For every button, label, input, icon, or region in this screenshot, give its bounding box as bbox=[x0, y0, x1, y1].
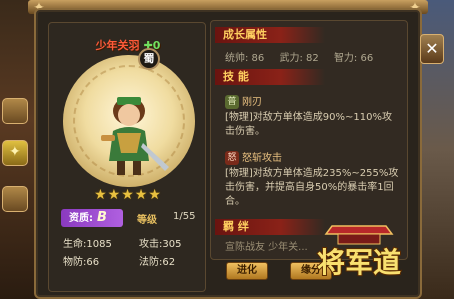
skill-rage-icon: 怒 bbox=[225, 151, 239, 165]
skill-1-name: 刚刃 bbox=[242, 97, 262, 108]
side-menu-button-2[interactable]: ✦ bbox=[2, 140, 28, 166]
skill-normal-icon: 普 bbox=[225, 95, 239, 109]
growth-command: 统帅: 86 bbox=[225, 53, 265, 64]
star-rating: ★★★★★ bbox=[94, 187, 162, 203]
level-label: 等级 bbox=[137, 215, 157, 226]
stat-phys-def: 物防:66 bbox=[63, 257, 100, 268]
level-value: 1/55 bbox=[173, 211, 196, 222]
hero-name-row: 少年关羽 ✚0 bbox=[49, 37, 207, 53]
game-logo: 将军道 bbox=[316, 225, 402, 280]
section-growth-title: 成长属性 bbox=[215, 27, 325, 43]
skill-1-description: [物理]对敌方单体造成90%~110%攻击伤害。 bbox=[225, 112, 392, 137]
hero-portrait bbox=[101, 97, 169, 175]
growth-row: 统帅: 86 武力: 82 智力: 66 bbox=[225, 49, 385, 64]
skill-1-header: 普刚刃 bbox=[225, 93, 262, 109]
evolve-button[interactable]: 进化 bbox=[226, 262, 268, 280]
stat-hp: 生命:1085 bbox=[63, 239, 112, 250]
faction-badge: 蜀 bbox=[138, 48, 160, 70]
growth-intellect: 智力: 66 bbox=[333, 53, 374, 64]
svg-text:将军道: 将军道 bbox=[317, 246, 401, 279]
quality-label: 资质: bbox=[69, 213, 93, 224]
hero-name: 少年关羽 bbox=[95, 39, 140, 52]
skill-2-description: [物理]对敌方单体造成235%~255%攻击伤害，并提高自身50%的暴击率1回合… bbox=[225, 168, 399, 207]
bulb-icon: ✦ bbox=[9, 144, 21, 160]
growth-force: 武力: 82 bbox=[279, 53, 319, 64]
stat-magic-def: 法防:62 bbox=[139, 257, 176, 268]
stat-attack: 攻击:305 bbox=[139, 239, 182, 250]
quality-badge: 资质: B bbox=[61, 209, 123, 227]
section-skills-title: 技 能 bbox=[215, 69, 325, 85]
quality-grade: B bbox=[97, 210, 107, 225]
side-menu-button-3[interactable] bbox=[2, 186, 28, 212]
side-menu-button-1[interactable] bbox=[2, 98, 28, 124]
close-button[interactable]: ✕ bbox=[420, 34, 444, 64]
skill-2-header: 怒怒斩攻击 bbox=[225, 149, 282, 165]
hero-card-panel: 少年关羽 ✚0 ★★★★★ 资质: B 等级 1/55 生命:1085 攻击:305… bbox=[48, 22, 206, 292]
quality-row: 资质: B 等级 1/55 bbox=[61, 209, 201, 227]
skill-2-name: 怒斩攻击 bbox=[242, 153, 282, 164]
